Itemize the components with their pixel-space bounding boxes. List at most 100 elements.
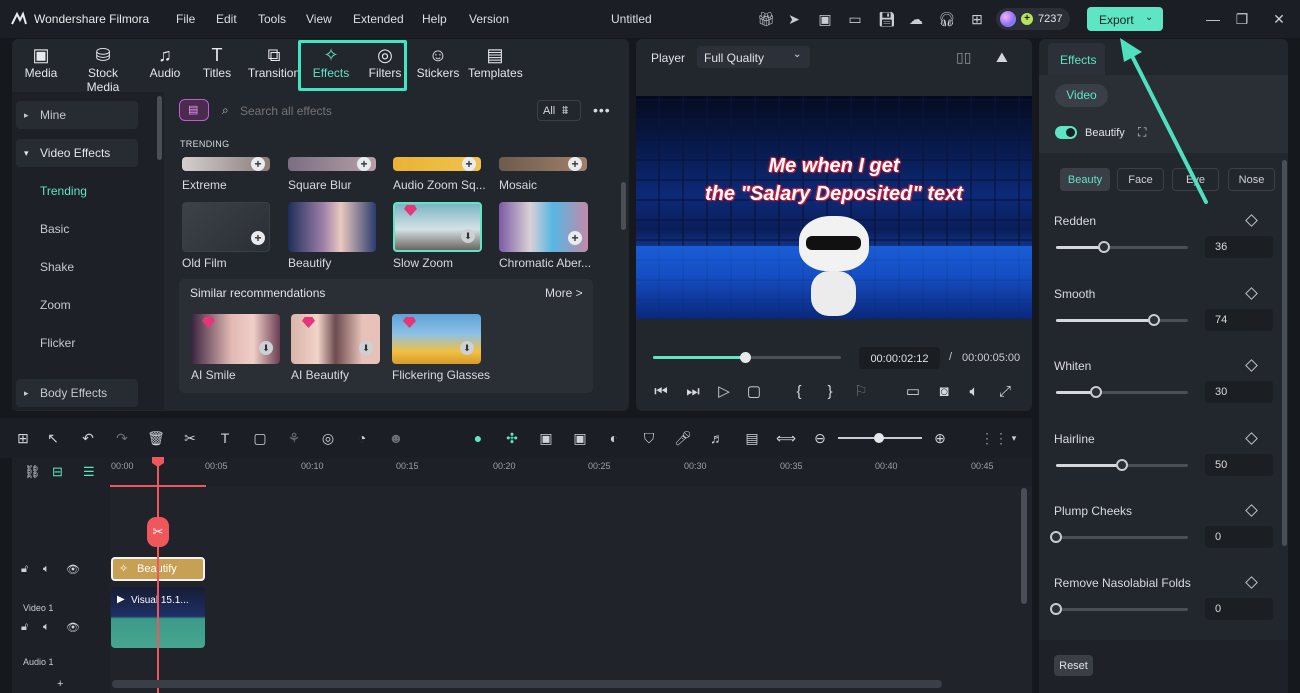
slider-hairline[interactable]: [1056, 459, 1188, 471]
sticker-tool-icon[interactable]: ☻: [387, 429, 405, 447]
slider-plump-cheeks[interactable]: [1050, 531, 1188, 543]
add-icon[interactable]: +: [568, 231, 582, 245]
cloud-upload-icon[interactable]: ☁: [908, 11, 924, 27]
menu-tools[interactable]: Tools: [258, 12, 286, 26]
value-plump-cheeks[interactable]: 0: [1205, 526, 1273, 548]
mode-beauty[interactable]: Beauty: [1060, 168, 1110, 191]
favorites-toggle[interactable]: ▤: [179, 99, 209, 121]
play-icon[interactable]: ▷: [715, 383, 733, 401]
more-link[interactable]: More >: [545, 286, 583, 300]
color-icon[interactable]: ⚘: [285, 429, 303, 447]
chevron-down-icon[interactable]: ▾: [1005, 429, 1023, 447]
playback-progress[interactable]: [653, 352, 841, 363]
value-hairline[interactable]: 50: [1205, 454, 1273, 476]
image-icon[interactable]: ⛰: [996, 49, 1008, 66]
zoom-knob[interactable]: [874, 433, 884, 443]
sidebar-scrollbar[interactable]: [157, 96, 162, 160]
save-icon[interactable]: 💾︎: [878, 11, 896, 27]
volume-icon[interactable]: 🔈︎: [965, 383, 983, 401]
zoom-slider[interactable]: [838, 433, 922, 443]
split-icon[interactable]: ✂: [181, 429, 199, 447]
motion-icon[interactable]: ◐: [605, 429, 623, 447]
download-icon[interactable]: ⬇: [359, 341, 373, 355]
menu-version[interactable]: Version: [469, 12, 509, 26]
slider-redden[interactable]: [1056, 241, 1188, 253]
tab-effects[interactable]: ✧ Effects: [310, 44, 352, 86]
mark-in-icon[interactable]: {: [790, 383, 808, 401]
properties-scrollbar[interactable]: [1282, 160, 1287, 546]
mark-out-icon[interactable]: }: [821, 383, 839, 401]
auto-highlight-icon[interactable]: ▣: [537, 429, 555, 447]
marker-icon[interactable]: ⚐: [852, 383, 870, 401]
value-whiten[interactable]: 30: [1205, 381, 1273, 403]
add-icon[interactable]: +: [462, 157, 476, 171]
add-icon[interactable]: +: [251, 157, 265, 171]
download-icon[interactable]: ⬇: [461, 229, 475, 243]
reset-button[interactable]: Reset: [1054, 655, 1093, 676]
slider-knob[interactable]: [1050, 531, 1062, 543]
maximize-icon[interactable]: ❐: [1234, 11, 1250, 27]
grid-view-icon[interactable]: ⋮⋮: [980, 429, 1008, 447]
playhead-line[interactable]: [157, 462, 159, 693]
speed-icon[interactable]: ◔: [353, 429, 371, 447]
tab-stickers[interactable]: ☺ Stickers: [416, 44, 460, 86]
value-smooth[interactable]: 74: [1205, 309, 1273, 331]
current-time-field[interactable]: 00:00:02:12: [859, 347, 940, 369]
unlink-icon[interactable]: ⛓: [24, 464, 41, 480]
menu-file[interactable]: File: [176, 12, 195, 26]
slider-smooth[interactable]: [1056, 314, 1188, 326]
stop-icon[interactable]: ▢: [745, 383, 763, 401]
redo-icon[interactable]: ↷: [113, 429, 131, 447]
slider-whiten[interactable]: [1056, 386, 1188, 398]
download-icon[interactable]: ⬇: [460, 341, 474, 355]
minimize-icon[interactable]: —: [1205, 11, 1221, 27]
filter-dropdown[interactable]: All ⩩: [537, 100, 581, 121]
quality-dropdown[interactable]: Full Quality ⌄: [697, 46, 810, 68]
snap-icon[interactable]: ✣: [503, 429, 521, 447]
tab-filters[interactable]: ◎ Filters: [366, 44, 404, 86]
zoom-out-icon[interactable]: ⊖: [811, 429, 829, 447]
add-icon[interactable]: +: [568, 157, 582, 171]
menu-help[interactable]: Help: [422, 12, 447, 26]
tab-titles[interactable]: T Titles: [200, 44, 234, 86]
mode-nose[interactable]: Nose: [1228, 168, 1275, 191]
lock-icon[interactable]: 🔓︎: [21, 621, 28, 634]
split-marker[interactable]: ✂: [147, 517, 169, 547]
sidebar-item-body-effects[interactable]: ▸ Body Effects: [16, 379, 138, 407]
zoom-in-icon[interactable]: ⊕: [931, 429, 949, 447]
slider-knob[interactable]: [1089, 386, 1102, 398]
next-frame-icon[interactable]: ⏭︎: [684, 383, 702, 401]
video-preview[interactable]: [636, 96, 1032, 319]
library-scrollbar[interactable]: [621, 182, 626, 230]
gift-icon[interactable]: 🎁︎: [757, 11, 775, 27]
download-icon[interactable]: ⬇: [259, 341, 273, 355]
subtab-video[interactable]: Video: [1055, 84, 1108, 107]
slider-knob[interactable]: [1147, 314, 1160, 326]
shield-icon[interactable]: ⛉: [640, 429, 658, 447]
grid-icon[interactable]: ⊞: [969, 11, 985, 27]
sidebar-item-video-effects[interactable]: ▾ Video Effects: [16, 139, 138, 167]
menu-view[interactable]: View: [306, 12, 332, 26]
mute-icon[interactable]: 🔈︎: [43, 563, 50, 576]
track-manage-icon[interactable]: ☰: [83, 464, 95, 480]
timeline-scrollbar-horizontal[interactable]: [112, 680, 942, 688]
timeline-scrollbar-vertical[interactable]: [1021, 488, 1027, 604]
mute-icon[interactable]: 🔈︎: [43, 621, 50, 634]
add-track-icon[interactable]: +: [57, 678, 63, 690]
text-tool-icon[interactable]: T: [216, 429, 234, 447]
sidebar-item-trending[interactable]: Trending: [16, 177, 138, 205]
sidebar-item-basic[interactable]: Basic: [16, 215, 138, 243]
ai-mate-icon[interactable]: ●: [469, 429, 487, 447]
more-options-icon[interactable]: •••: [593, 102, 611, 118]
effect-thumb-beautify[interactable]: [288, 202, 376, 252]
link-icon[interactable]: ⊟: [52, 464, 63, 480]
value-redden[interactable]: 36: [1205, 236, 1273, 258]
effect-toggle[interactable]: [1055, 126, 1077, 139]
slider-knob[interactable]: [1116, 459, 1128, 471]
fit-icon[interactable]: ⟺: [776, 429, 796, 447]
tab-audio[interactable]: ♫ Audio: [146, 44, 184, 86]
add-icon[interactable]: +: [357, 157, 371, 171]
lock-icon[interactable]: 🔓︎: [21, 563, 28, 576]
delete-icon[interactable]: 🗑︎: [147, 429, 165, 447]
slider-knob[interactable]: [1050, 603, 1062, 615]
